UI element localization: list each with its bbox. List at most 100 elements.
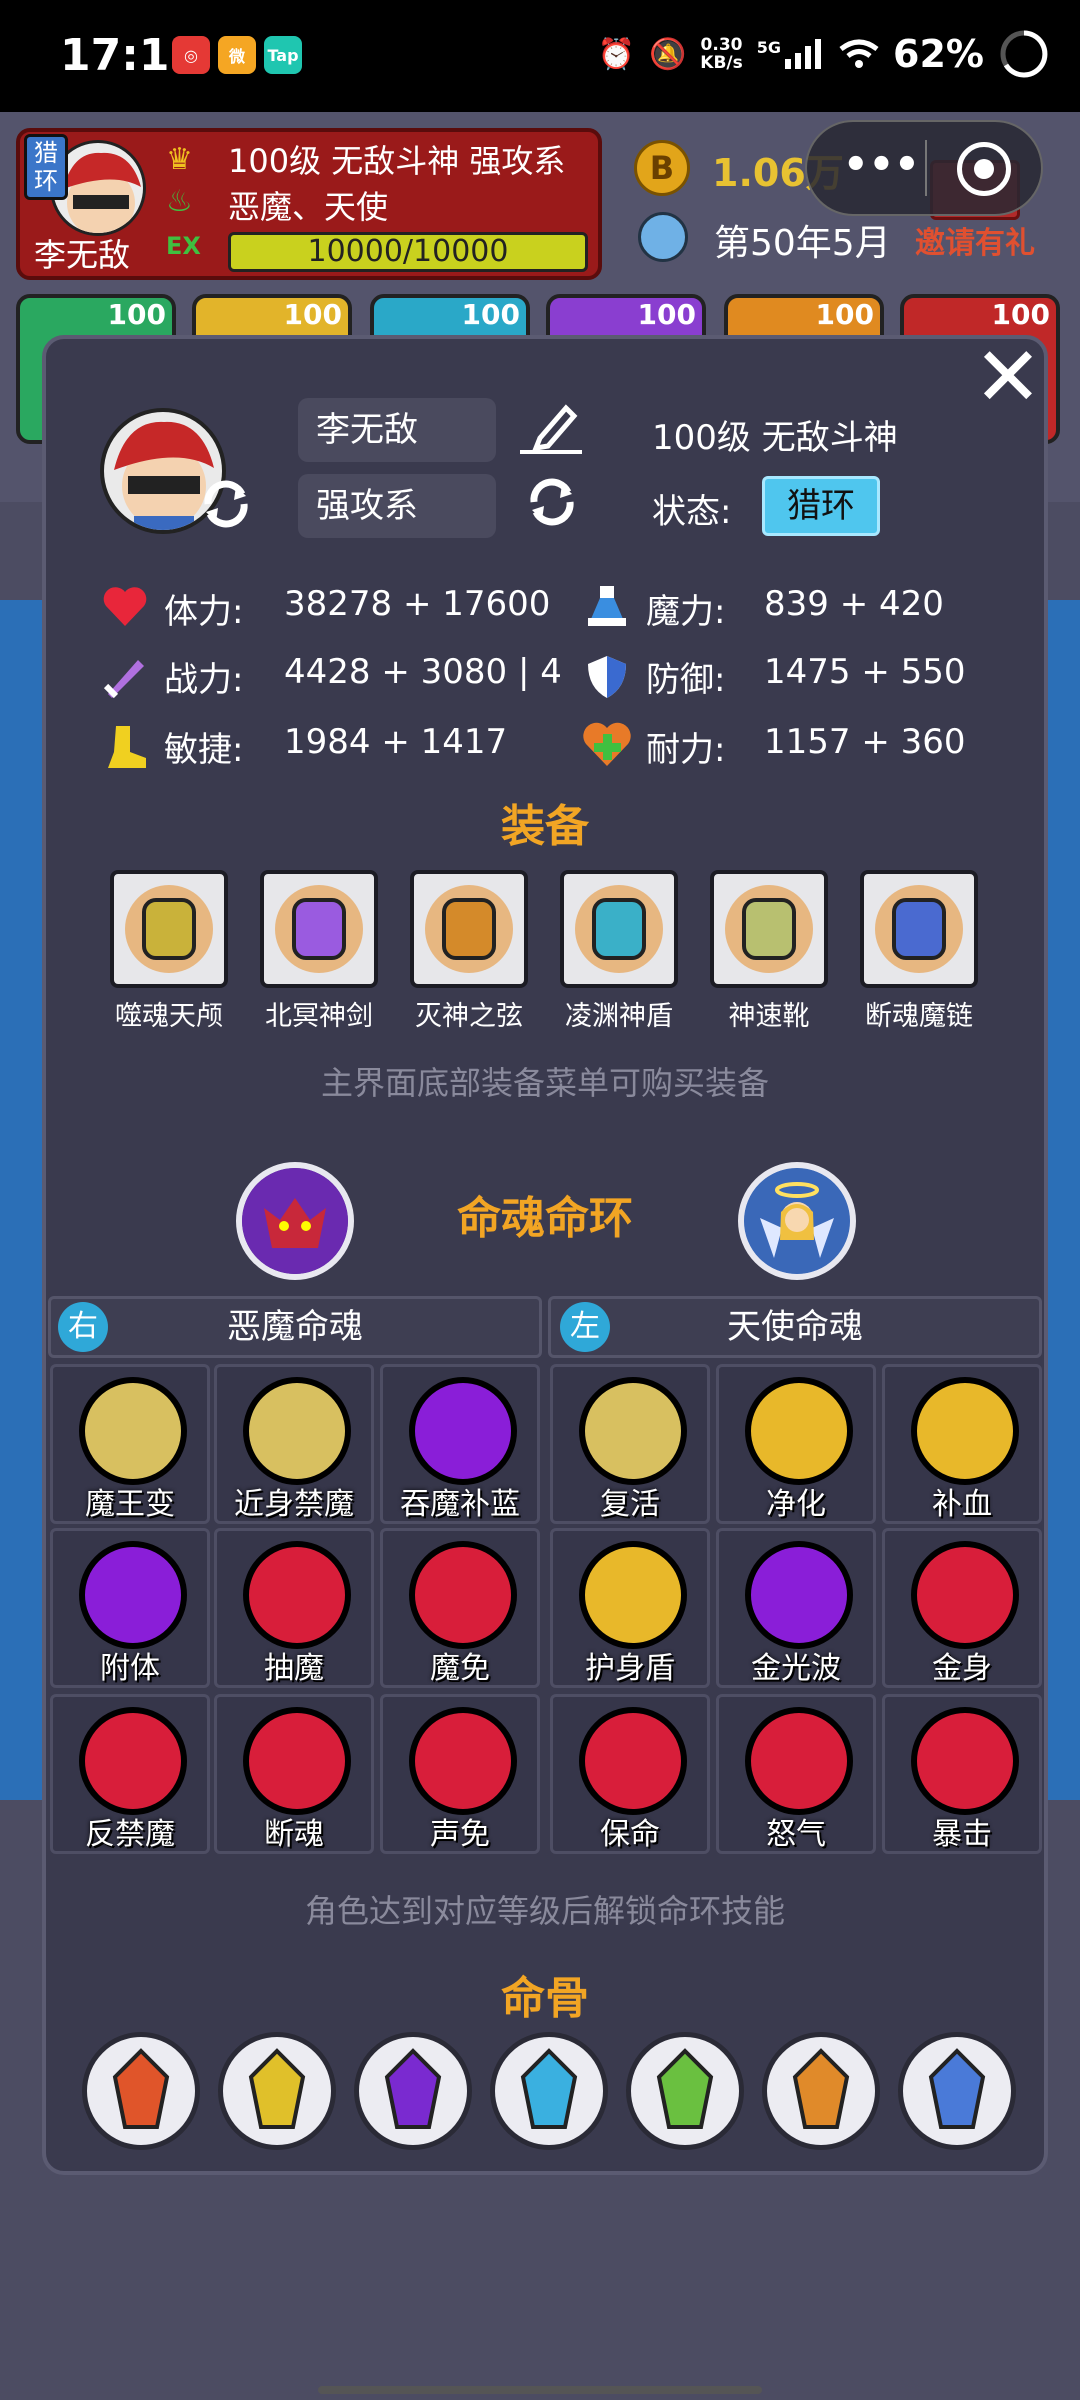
skill-name: 金光波 (751, 1651, 841, 1686)
soul-skill-demon[interactable]: 近身禁魔 (214, 1364, 374, 1524)
skill-name: 保命 (600, 1817, 660, 1852)
slot-level: 100 (991, 298, 1050, 331)
change-type-icon[interactable] (522, 472, 582, 532)
soul-skill-angel[interactable]: 怒气 (716, 1694, 876, 1854)
taptap-app-icon: Tap (264, 36, 302, 74)
equipment-slot[interactable] (860, 870, 978, 988)
skill-icon (911, 1707, 1019, 1815)
potion-icon (588, 586, 626, 626)
state-badge[interactable]: 猎环 (762, 476, 880, 536)
soul-bone-slot[interactable] (898, 2032, 1016, 2150)
skill-icon (911, 1541, 1019, 1649)
skill-name: 抽魔 (264, 1651, 324, 1686)
soul-bone-slot[interactable] (218, 2032, 336, 2150)
equipment-name: 断魂魔链 (865, 1001, 973, 1032)
stat-label: 魔力: (646, 592, 726, 632)
skill-name: 净化 (766, 1487, 826, 1522)
edit-name-icon[interactable] (516, 398, 586, 454)
stat-value: 38278 + 17600 (284, 584, 551, 624)
soul-ring-title: 命魂命环 (457, 1193, 633, 1244)
equipment-icon (125, 885, 213, 973)
wifi-icon (839, 39, 879, 68)
skill-icon (745, 1707, 853, 1815)
equipment-icon (725, 885, 813, 973)
boot-icon (108, 726, 146, 768)
equipment-slot[interactable] (410, 870, 528, 988)
hero-type-field: 强攻系 (298, 474, 496, 538)
invite-reward[interactable]: 邀请有礼 (915, 218, 1035, 262)
stat-label: 防御: (646, 660, 726, 700)
soul-skill-angel[interactable]: 净化 (716, 1364, 876, 1524)
net-speed: 0.30 (700, 35, 743, 55)
mute-icon: 🔕 (648, 36, 687, 72)
state-label: 状态: (652, 492, 732, 532)
soul-skill-demon[interactable]: 反禁魔 (50, 1694, 210, 1854)
stat-label: 体力: (164, 592, 244, 632)
equipment-slot[interactable] (260, 870, 378, 988)
angel-soul-medal[interactable] (738, 1162, 856, 1280)
stat-label: 战力: (164, 660, 244, 700)
equipment-name: 北冥神剑 (265, 1001, 373, 1032)
soul-skill-angel[interactable]: 金身 (882, 1528, 1042, 1688)
soul-skill-angel[interactable]: 金光波 (716, 1528, 876, 1688)
skill-icon (579, 1541, 687, 1649)
demon-soul-title: 恶魔命魂 (227, 1307, 363, 1347)
battery-percent: 62% (893, 32, 984, 76)
equipment-icon (425, 885, 513, 973)
soul-skill-angel[interactable]: 暴击 (882, 1694, 1042, 1854)
soul-skill-angel[interactable]: 复活 (550, 1364, 710, 1524)
stat-value: 1475 + 550 (764, 652, 966, 692)
skill-name: 断魂 (264, 1817, 324, 1852)
stat-value: 4428 + 3080 | 4 (284, 652, 562, 692)
soul-bone-slot[interactable] (82, 2032, 200, 2150)
health-plus-icon (583, 722, 631, 766)
equipment-icon (875, 885, 963, 973)
soul-bone-slot[interactable] (626, 2032, 744, 2150)
hero-souls: 恶魔、天使 (228, 188, 389, 226)
alarm-icon: ⏰ (597, 36, 635, 72)
skill-icon (243, 1707, 351, 1815)
slot-level: 100 (637, 298, 696, 331)
skill-name: 怒气 (766, 1817, 826, 1852)
home-indicator[interactable] (318, 2386, 762, 2394)
stat-value: 1984 + 1417 (284, 722, 508, 762)
crown-icon: ♛ (166, 142, 193, 177)
equipment-name: 凌渊神盾 (565, 1001, 673, 1032)
soul-bone-slot[interactable] (490, 2032, 608, 2150)
soul-skill-demon[interactable]: 吞魔补蓝 (380, 1364, 540, 1524)
soul-skill-demon[interactable]: 断魂 (214, 1694, 374, 1854)
close-miniapp-icon[interactable] (957, 142, 1011, 196)
equipment-slot[interactable] (110, 870, 228, 988)
soul-skill-angel[interactable]: 补血 (882, 1364, 1042, 1524)
more-menu-icon[interactable]: ••• (843, 142, 920, 188)
soul-bone-icon (112, 2048, 170, 2129)
clock-icon (638, 212, 688, 262)
skill-icon (79, 1707, 187, 1815)
skill-icon (409, 1377, 517, 1485)
angel-soul-header: 天使命魂 (548, 1296, 1042, 1358)
soul-skill-demon[interactable]: 魔免 (380, 1528, 540, 1688)
hero-name-field[interactable]: 李无敌 (298, 398, 496, 462)
soul-skill-demon[interactable]: 附体 (50, 1528, 210, 1688)
slot-level: 100 (283, 298, 342, 331)
soul-skill-demon[interactable]: 魔王变 (50, 1364, 210, 1524)
soul-skill-demon[interactable]: 抽魔 (214, 1528, 374, 1688)
equipment-icon (575, 885, 663, 973)
skill-name: 魔免 (430, 1651, 490, 1686)
signal-icon (785, 39, 822, 69)
equipment-slot[interactable] (560, 870, 678, 988)
soul-bone-slot[interactable] (354, 2032, 472, 2150)
soul-skill-angel[interactable]: 护身盾 (550, 1528, 710, 1688)
soul-skill-demon[interactable]: 声免 (380, 1694, 540, 1854)
angel-soul-title: 天使命魂 (727, 1307, 863, 1347)
game-date: 第50年5月 (714, 223, 891, 264)
level-title: 100级 无敌斗神 (652, 418, 898, 458)
soul-skill-angel[interactable]: 保命 (550, 1694, 710, 1854)
soul-bone-slot[interactable] (762, 2032, 880, 2150)
close-icon[interactable]: ✕ (968, 337, 1048, 419)
skill-name: 补血 (932, 1487, 992, 1522)
equipment-name: 灭神之弦 (415, 1001, 523, 1032)
skill-name: 吞魔补蓝 (400, 1487, 520, 1522)
change-avatar-icon[interactable] (196, 474, 256, 534)
equipment-slot[interactable] (710, 870, 828, 988)
